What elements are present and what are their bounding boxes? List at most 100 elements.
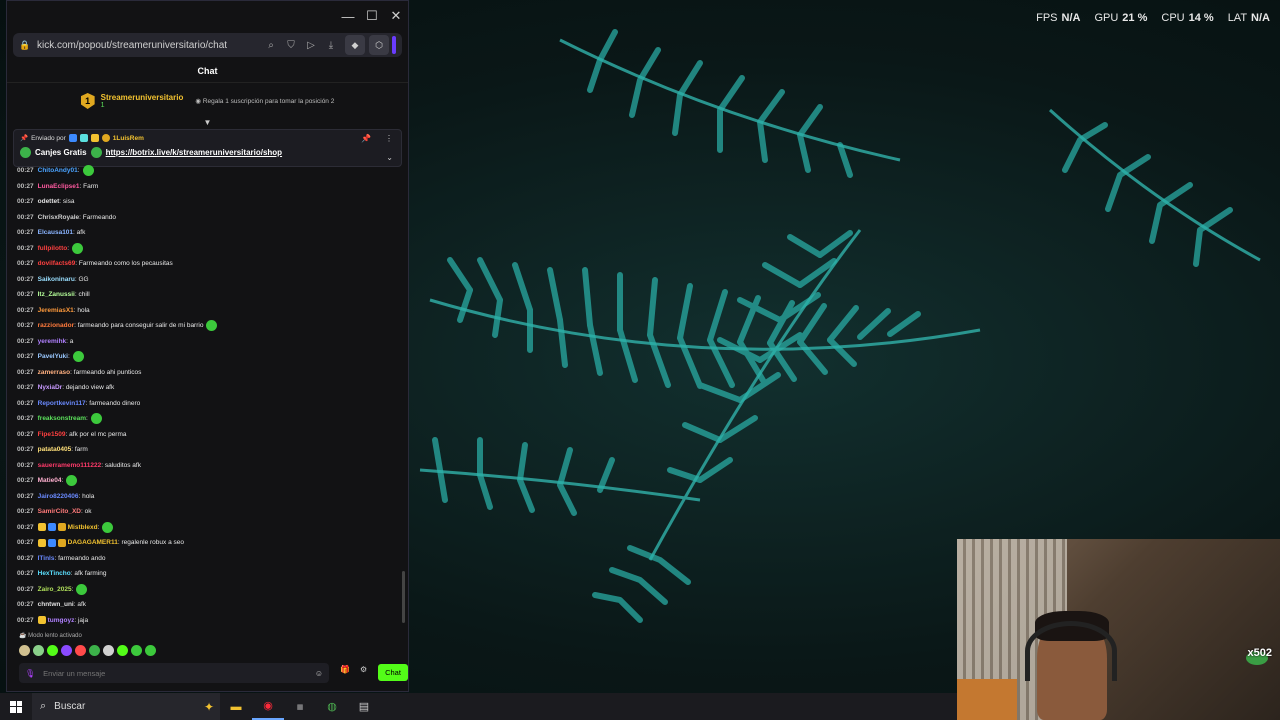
extension-diamond-icon[interactable]: ◆ [345, 35, 365, 55]
chrome-icon[interactable]: ◍ [316, 693, 348, 720]
chat-scrollbar[interactable] [402, 571, 405, 623]
chat-message: 00:27 PavelYuki: [17, 349, 408, 365]
extension-cube-icon[interactable]: ⬡ [369, 35, 389, 55]
gift-leaderboard[interactable]: 1 Streameruniversitario 1 ◉ Regala 1 sus… [7, 83, 408, 119]
message-username[interactable]: odettet [38, 198, 60, 205]
file-explorer-icon[interactable]: ▬ [220, 693, 252, 720]
chat-message: 00:27 tumgoyz: jaja [17, 613, 408, 629]
message-text: : [61, 477, 64, 485]
message-timestamp: 00:27 [17, 244, 34, 252]
message-timestamp: 00:27 [17, 477, 34, 485]
message-timestamp: 00:27 [17, 368, 34, 376]
message-username[interactable]: LunaEclipse1 [38, 183, 80, 190]
emoji-picker-icon[interactable]: ☺ [315, 669, 323, 678]
message-username[interactable]: razzionador [38, 322, 74, 329]
message-username[interactable]: ChitoAndy01 [38, 167, 78, 174]
message-username[interactable]: Itz_Zanussii [38, 291, 75, 298]
send-chat-button[interactable]: Chat [378, 664, 408, 681]
microphone-icon[interactable]: 🎙 [25, 669, 35, 678]
message-username[interactable]: yeremihk [38, 338, 67, 345]
message-username[interactable]: dovilfacts69 [38, 260, 76, 267]
app-icon[interactable]: ▦ [284, 693, 316, 720]
opera-browser-icon[interactable]: ◉ [252, 693, 284, 720]
message-text: : afk por el mc perma [65, 430, 127, 438]
message-username[interactable]: fullpilotto [38, 245, 68, 252]
message-username[interactable]: DAGAGAMER11 [68, 539, 118, 546]
message-username[interactable]: zamerraso [38, 369, 71, 376]
message-username[interactable]: Reportkevin117 [38, 400, 86, 407]
message-username[interactable]: tumgoyz [48, 617, 75, 624]
emote-icon[interactable] [33, 645, 44, 656]
message-input[interactable] [43, 668, 315, 678]
emote-icon[interactable] [103, 645, 114, 656]
message-username[interactable]: freaksonstream [38, 415, 86, 422]
message-username[interactable]: Saikoninaru [38, 276, 75, 283]
emote-icon[interactable] [75, 645, 86, 656]
address-bar[interactable]: 🔒 kick.com/popout/streameruniversitario/… [13, 33, 402, 57]
windows-taskbar: ⌕ Buscar ✦ ▬ ◉ ▦ ◍ ▤ [0, 693, 957, 720]
chat-message: 00:27 Matie04: [17, 473, 408, 489]
emote-icon[interactable] [89, 645, 100, 656]
user-badge-icon [47, 523, 56, 532]
emote-icon[interactable] [131, 645, 142, 656]
window-titlebar: — ☐ ✕ [7, 1, 408, 31]
emote-icon[interactable] [117, 645, 128, 656]
url-text[interactable]: kick.com/popout/streameruniversitario/ch… [37, 40, 261, 51]
message-username[interactable]: Zairo_2025 [38, 586, 72, 593]
message-username[interactable]: ChrisxRoyale [38, 214, 80, 221]
message-username[interactable]: NyxiaDr [38, 384, 63, 391]
chevron-down-icon[interactable]: ⌄ [386, 153, 393, 162]
message-timestamp: 00:27 [17, 508, 34, 516]
perf-cpu: CPU 14 % [1161, 12, 1214, 24]
chat-message: 00:27 freaksonstream: [17, 411, 408, 427]
download-icon[interactable]: ⤓ [321, 40, 341, 51]
maximize-button[interactable]: ☐ [360, 1, 384, 31]
message-username[interactable]: sauerramemo111222 [38, 462, 102, 469]
message-username[interactable]: ITinls [38, 555, 55, 562]
user-badge-icon [57, 538, 66, 547]
browser-window: — ☐ ✕ 🔒 kick.com/popout/streameruniversi… [6, 0, 409, 692]
message-username[interactable]: PavelYuki [38, 353, 68, 360]
emote-icon[interactable] [47, 645, 58, 656]
taskbar-search[interactable]: ⌕ Buscar ✦ [32, 693, 220, 720]
windows-logo-icon [10, 700, 22, 713]
chat-message: 00:27 DAGAGAMER11: regalenle robux a seo [17, 535, 408, 551]
search-icon[interactable]: ⌕ [261, 40, 281, 51]
pinned-user[interactable]: 1LuisRem [113, 135, 144, 142]
close-button[interactable]: ✕ [384, 1, 408, 31]
play-icon[interactable]: ▷ [301, 40, 321, 51]
message-username[interactable]: HexTincho [38, 570, 71, 577]
start-button[interactable] [0, 700, 32, 713]
message-username[interactable]: patata0405 [38, 446, 72, 453]
emote-icon [206, 320, 218, 332]
more-options-icon[interactable]: ⋮ [385, 134, 393, 143]
message-timestamp: 00:27 [17, 616, 34, 624]
emote-icon[interactable] [19, 645, 30, 656]
chat-message: 00:27 LunaEclipse1: Farm [17, 179, 408, 195]
message-timestamp: 00:27 [17, 539, 34, 547]
message-text: : farmeando ando [54, 554, 106, 562]
leader-count: 1 [100, 102, 105, 109]
message-username[interactable]: Elcausa101 [38, 229, 73, 236]
chat-input-box[interactable]: 🎙 ☺ [19, 663, 329, 683]
message-username[interactable]: JeremiasX1 [38, 307, 74, 314]
message-username[interactable]: Matie04 [38, 477, 62, 484]
message-username[interactable]: SamirCito_XD [38, 508, 81, 515]
message-username[interactable]: Jairo8220406 [38, 493, 79, 500]
pinned-message: 📌 Enviado por 1LuisRem Canjes Gratis htt… [13, 129, 402, 167]
collapse-arrow-icon[interactable]: ▼ [7, 119, 408, 127]
headset [1025, 621, 1117, 681]
settings-gear-icon[interactable]: ⚙ [360, 665, 367, 674]
message-username[interactable]: Fipe1509 [38, 431, 66, 438]
calendar-app-icon[interactable]: ▤ [348, 693, 380, 720]
shop-link[interactable]: https://botrix.live/k/streameruniversita… [106, 148, 283, 157]
shield-icon[interactable]: ⛉ [281, 40, 301, 51]
emote-icon[interactable] [61, 645, 72, 656]
message-username[interactable]: chntwn_uni [38, 601, 74, 608]
message-username[interactable]: Mistblexd [68, 524, 98, 531]
minimize-button[interactable]: — [336, 1, 360, 31]
emote-icon[interactable] [145, 645, 156, 656]
pin-toggle-icon[interactable]: 📌 [361, 134, 371, 143]
gift-icon[interactable]: 🎁 [340, 665, 350, 674]
chat-message: 00:27 Jairo8220406: hola [17, 489, 408, 505]
